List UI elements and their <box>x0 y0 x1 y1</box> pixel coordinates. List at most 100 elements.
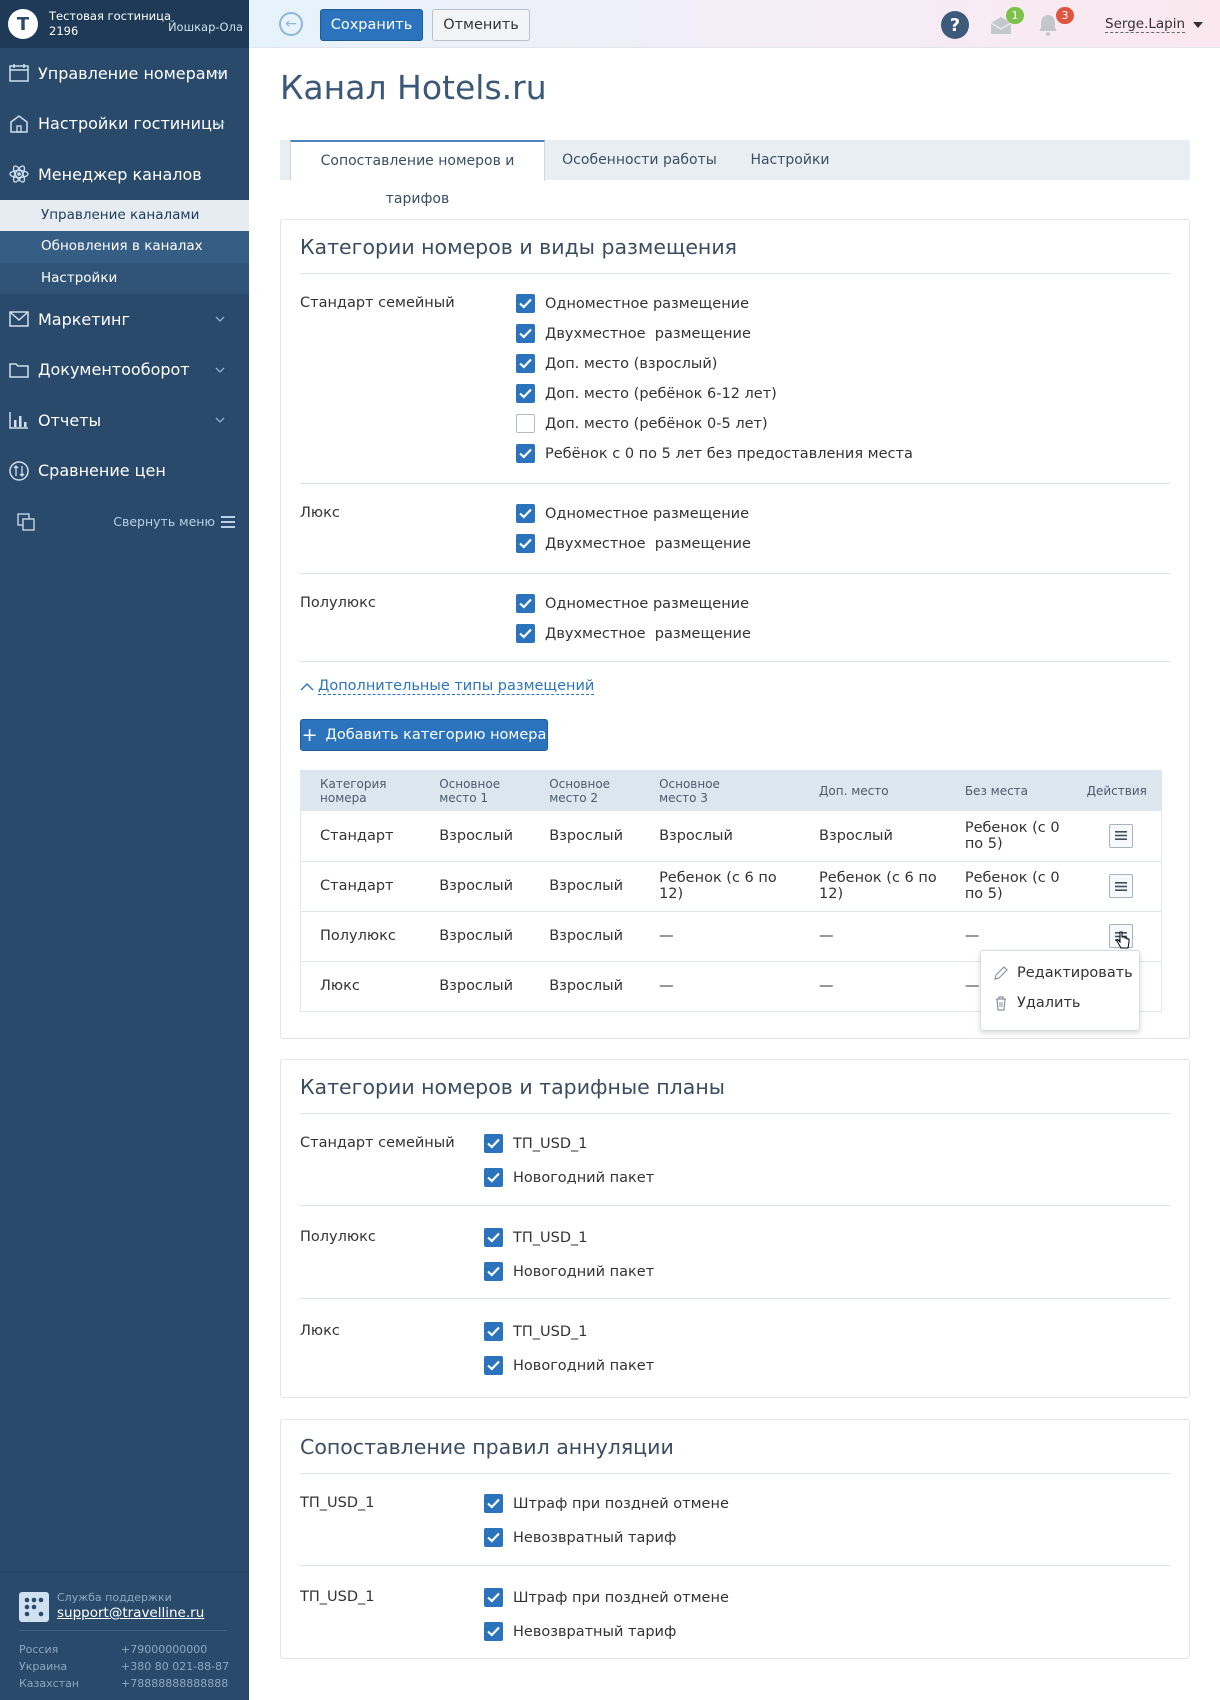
checkbox-option[interactable]: Одноместное размещение <box>516 294 749 313</box>
nav-reports[interactable]: Отчеты <box>0 395 249 446</box>
tariff-group: Стандарт семейный ТП_USD_1 Новогодний па… <box>300 1134 1170 1229</box>
nav-price-compare[interactable]: Сравнение цен <box>0 446 249 497</box>
checkbox-label: ТП_USD_1 <box>513 1323 588 1340</box>
checkbox-option[interactable]: Невозвратный тариф <box>484 1528 676 1547</box>
check-icon <box>519 628 532 639</box>
row-actions-button[interactable] <box>1108 924 1133 949</box>
checkbox-option[interactable]: Одноместное размещение <box>516 594 749 613</box>
hotel-header[interactable]: T Тестовая гостиница 2196 Йошкар-Ола <box>0 0 249 48</box>
checkbox-checked-icon[interactable] <box>484 1168 503 1187</box>
checkbox-option[interactable]: Доп. место (ребёнок 0-5 лет) <box>516 414 768 433</box>
row-actions-button[interactable] <box>1108 823 1133 848</box>
checkbox-option[interactable]: Новогодний пакет <box>484 1168 654 1187</box>
checkbox-checked-icon[interactable] <box>516 384 535 403</box>
cancellation-group: ТП_USD_1 Штраф при поздней отмене Невозв… <box>300 1494 1170 1589</box>
checkbox-checked-icon[interactable] <box>516 294 535 313</box>
checkbox-option[interactable]: Новогодний пакет <box>484 1356 654 1375</box>
checkbox-checked-icon[interactable] <box>484 1356 503 1375</box>
subnav-settings[interactable]: Настройки <box>0 262 249 294</box>
checkbox-checked-icon[interactable] <box>484 1528 503 1547</box>
collapse-menu-button[interactable]: Свернуть меню <box>113 514 235 529</box>
tab-mapping[interactable]: Сопоставление номеров и тарифов <box>290 140 545 207</box>
table-cell: Полулюкс <box>300 911 421 962</box>
nav-channel-manager[interactable]: Менеджер каналов <box>0 149 249 200</box>
checkbox-option[interactable]: Новогодний пакет <box>484 1262 654 1281</box>
table-cell: Люкс <box>300 961 421 1012</box>
help-icon[interactable]: ? <box>941 11 969 39</box>
checkbox-label: Доп. место (ребёнок 6-12 лет) <box>545 385 777 402</box>
checkbox-option[interactable]: ТП_USD_1 <box>484 1228 587 1247</box>
user-menu[interactable]: Serge.Lapin <box>1105 16 1204 33</box>
checkbox-checked-icon[interactable] <box>516 594 535 613</box>
checkbox-checked-icon[interactable] <box>516 624 535 643</box>
nav-room-management[interactable]: Управление номерами <box>0 48 249 99</box>
room-group: Полулюкс Одноместное размещение Двухмест… <box>300 594 1170 685</box>
checkbox-unchecked-icon[interactable] <box>516 414 535 433</box>
divider <box>300 1113 1170 1114</box>
subnav-channel-management[interactable]: Управление каналами <box>0 199 249 231</box>
table-cell: Стандарт <box>300 861 421 912</box>
tariff-name: ТП_USD_1 <box>300 1589 375 1605</box>
table-cell: — <box>640 961 801 1012</box>
checkbox-option[interactable]: Двухместное размещение <box>516 324 751 343</box>
add-room-category-button[interactable]: + Добавить категорию номера <box>300 719 548 751</box>
menu-item-delete[interactable]: Удалить <box>993 995 1080 1011</box>
table-header-row: Категория номера Основное место 1 Основн… <box>300 770 1162 811</box>
atom-icon <box>8 163 30 185</box>
checkbox-option[interactable]: Одноместное размещение <box>516 504 749 523</box>
checkbox-checked-icon[interactable] <box>516 324 535 343</box>
room-category-name: Полулюкс <box>300 595 376 611</box>
checkbox-option[interactable]: ТП_USD_1 <box>484 1134 587 1153</box>
room-category-name: Полулюкс <box>300 1229 376 1245</box>
save-button[interactable]: Сохранить <box>320 9 423 41</box>
tab-features[interactable]: Особенности работы <box>552 140 727 180</box>
checkbox-checked-icon[interactable] <box>484 1262 503 1281</box>
row-actions-button[interactable] <box>1108 874 1133 898</box>
check-icon <box>487 1532 500 1543</box>
checkbox-option[interactable]: Невозвратный тариф <box>484 1622 676 1641</box>
checkbox-checked-icon[interactable] <box>484 1228 503 1247</box>
checkbox-checked-icon[interactable] <box>484 1588 503 1607</box>
checkbox-checked-icon[interactable] <box>516 354 535 373</box>
checkbox-option[interactable]: ТП_USD_1 <box>484 1322 587 1341</box>
back-arrow-icon[interactable]: ← <box>279 12 303 36</box>
checkbox-option[interactable]: Двухместное размещение <box>516 534 751 553</box>
table-cell: — <box>640 911 801 962</box>
nav-marketing[interactable]: Маркетинг <box>0 294 249 345</box>
checkbox-option[interactable]: Штраф при поздней отмене <box>484 1588 729 1607</box>
calendar-icon <box>8 62 30 84</box>
checkbox-checked-icon[interactable] <box>516 444 535 463</box>
support-block: Служба поддержки support@travelline.ru Р… <box>0 1572 249 1700</box>
checkbox-checked-icon[interactable] <box>484 1622 503 1641</box>
divider <box>300 1298 1170 1299</box>
table-cell: Взрослый <box>530 911 641 962</box>
checkbox-option[interactable]: Двухместное размещение <box>516 624 751 643</box>
nav-documents[interactable]: Документооборот <box>0 345 249 396</box>
support-label: Служба поддержки <box>57 1591 172 1604</box>
windows-icon[interactable] <box>16 512 36 532</box>
checkbox-option[interactable]: Штраф при поздней отмене <box>484 1494 729 1513</box>
checkbox-checked-icon[interactable] <box>484 1134 503 1153</box>
checkbox-option[interactable]: Ребёнок с 0 по 5 лет без предоставления … <box>516 444 913 463</box>
support-email-link[interactable]: support@travelline.ru <box>57 1605 204 1621</box>
subnav-channel-updates[interactable]: Обновления в каналах <box>0 231 249 263</box>
phone-country: Украина <box>19 1660 68 1673</box>
tab-settings[interactable]: Настройки <box>735 140 845 180</box>
cancel-button[interactable]: Отменить <box>432 9 530 41</box>
table-cell: Стандарт <box>300 811 421 862</box>
checkbox-option[interactable]: Доп. место (взрослый) <box>516 354 717 373</box>
nav-hotel-settings[interactable]: Настройки гостиницы <box>0 99 249 150</box>
checkbox-checked-icon[interactable] <box>484 1494 503 1513</box>
phone-number: +79000000000 <box>121 1643 208 1656</box>
check-icon <box>519 358 532 369</box>
checkbox-option[interactable]: Доп. место (ребёнок 6-12 лет) <box>516 384 777 403</box>
menu-lines-icon <box>1114 881 1127 891</box>
menu-item-edit[interactable]: Редактировать <box>993 965 1133 981</box>
nav-label: Настройки гостиницы <box>38 114 225 134</box>
additional-types-toggle[interactable]: Дополнительные типы размещений <box>300 678 595 695</box>
collapse-menu-label: Свернуть меню <box>113 514 215 529</box>
checkbox-checked-icon[interactable] <box>516 504 535 523</box>
checkbox-checked-icon[interactable] <box>516 534 535 553</box>
checkbox-checked-icon[interactable] <box>484 1322 503 1341</box>
checkbox-label: Одноместное размещение <box>545 505 750 522</box>
